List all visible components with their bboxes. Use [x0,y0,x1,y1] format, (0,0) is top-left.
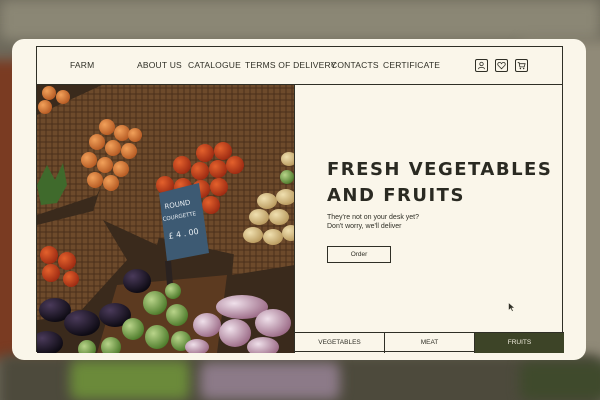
nav-link-certificate[interactable]: CERTIFICATE [383,60,440,70]
top-navigation: FARM ABOUT US CATALOGUE TERMS OF DELIVER… [37,47,562,85]
produce-illustration: ROUND COURGETTE £ 4 . 00 [37,85,294,353]
tab-fruits[interactable]: FRUITS [475,333,564,353]
page-frame: FARM ABOUT US CATALOGUE TERMS OF DELIVER… [36,46,564,353]
category-tabs: VEGETABLES MEAT FRUITS [295,332,564,353]
nav-link-about-us[interactable]: ABOUT US [137,60,182,70]
user-icon[interactable] [475,59,488,72]
hero-title: FRESH VEGETABLES AND FRUITS [327,157,557,209]
nav-link-catalogue[interactable]: CATALOGUE [188,60,241,70]
website-card: FARM ABOUT US CATALOGUE TERMS OF DELIVER… [12,39,586,360]
hero-title-line-1: FRESH VEGETABLES [327,159,553,180]
mouse-cursor-icon [508,302,516,312]
tab-vegetables[interactable]: VEGETABLES [295,333,385,353]
cart-icon[interactable] [515,59,528,72]
hero-title-line-2: AND FRUITS [327,185,465,206]
hero-subtitle-line-1: They're not on your desk yet? [327,214,419,221]
brand-logo[interactable]: FARM [70,60,94,70]
heart-icon[interactable] [495,59,508,72]
order-button[interactable]: Order [327,246,391,263]
tab-meat[interactable]: MEAT [385,333,475,353]
market-produce-photo: ROUND COURGETTE £ 4 . 00 [37,85,295,353]
hero-subtitle-line-2: Don't worry, we'll deliver [327,223,402,230]
nav-link-contacts[interactable]: CONTACTS [331,60,379,70]
hero-subtitle: They're not on your desk yet? Don't worr… [327,213,419,231]
nav-link-terms-of-delivery[interactable]: TERMS OF DELIVERY [245,60,337,70]
